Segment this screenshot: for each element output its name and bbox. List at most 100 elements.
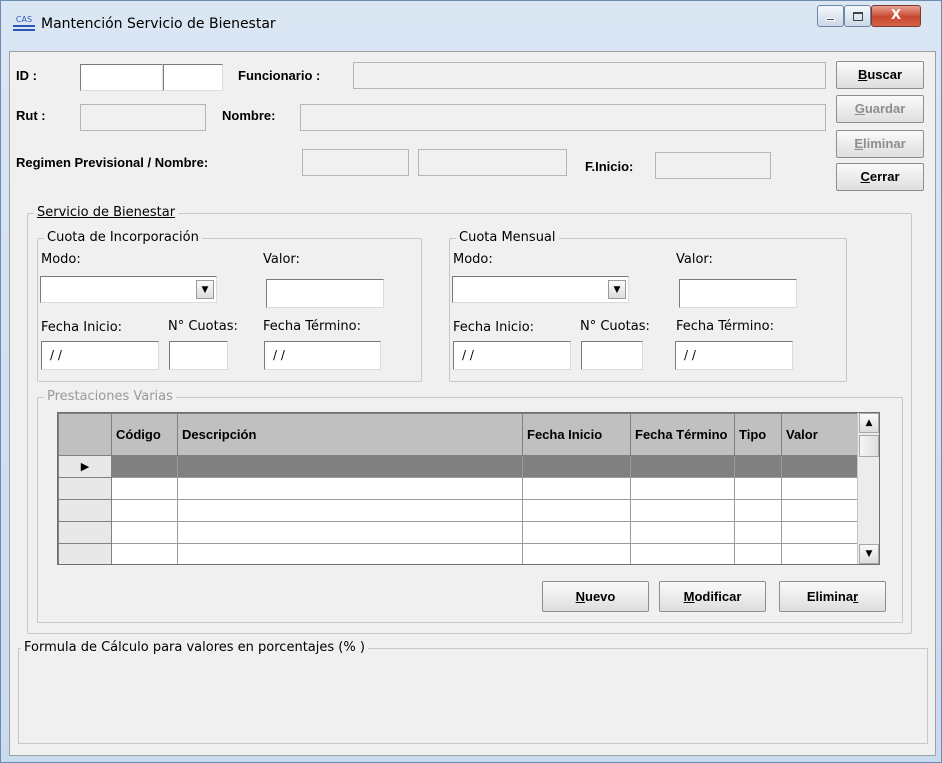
- table-cell[interactable]: [781, 499, 859, 522]
- table-cell[interactable]: [177, 477, 523, 500]
- column-header-valor[interactable]: Valor: [781, 413, 859, 456]
- scroll-down-icon[interactable]: ▼: [859, 544, 879, 564]
- table-cell[interactable]: [111, 477, 178, 500]
- table-cell[interactable]: [177, 455, 523, 478]
- table-cell[interactable]: [177, 499, 523, 522]
- table-cell[interactable]: [630, 543, 735, 564]
- table-row[interactable]: [58, 477, 859, 500]
- rut-label: Rut :: [16, 108, 46, 123]
- table-cell[interactable]: [177, 521, 523, 544]
- column-header-descripcion[interactable]: Descripción: [177, 413, 523, 456]
- grid-vertical-scrollbar[interactable]: ▲ ▼: [857, 413, 879, 564]
- table-cell[interactable]: [522, 477, 631, 500]
- id-input[interactable]: [80, 64, 163, 91]
- funcionario-label: Funcionario :: [238, 68, 321, 83]
- mensual-fecha-inicio-label: Fecha Inicio:: [453, 320, 535, 335]
- buscar-button[interactable]: Buscar: [836, 61, 924, 89]
- regimen-label: Regimen Previsional / Nombre:: [16, 155, 209, 170]
- table-cell[interactable]: [781, 477, 859, 500]
- cuota-incorporacion-group: Cuota de Incorporación Modo: Valor: ▼ Fe…: [37, 230, 422, 382]
- incorporacion-valor-label: Valor:: [263, 252, 300, 267]
- table-cell[interactable]: [630, 521, 735, 544]
- finicio-label: F.Inicio:: [585, 159, 634, 174]
- table-cell[interactable]: [781, 521, 859, 544]
- id-label: ID :: [16, 68, 37, 83]
- chevron-down-icon[interactable]: ▼: [196, 280, 214, 299]
- mensual-valor-label: Valor:: [676, 252, 713, 267]
- table-cell[interactable]: [630, 455, 735, 478]
- table-cell[interactable]: [522, 499, 631, 522]
- incorporacion-valor-input[interactable]: [266, 279, 384, 308]
- table-cell[interactable]: [522, 543, 631, 564]
- mensual-cuotas-input[interactable]: [581, 341, 643, 370]
- table-cell[interactable]: [734, 521, 782, 544]
- scroll-thumb[interactable]: [859, 435, 879, 457]
- current-row-indicator-icon[interactable]: ▶: [58, 455, 112, 478]
- maximize-button[interactable]: [844, 5, 871, 27]
- table-cell[interactable]: [734, 477, 782, 500]
- table-cell[interactable]: [781, 543, 859, 564]
- app-icon: CAS: [13, 15, 35, 33]
- row-header[interactable]: [58, 477, 112, 500]
- app-icon-text: CAS: [15, 15, 33, 24]
- table-cell[interactable]: [734, 543, 782, 564]
- eliminar-prestacion-button[interactable]: Eliminar: [779, 581, 886, 612]
- mensual-fecha-inicio-input[interactable]: / /: [453, 341, 571, 370]
- modificar-button[interactable]: Modificar: [659, 581, 766, 612]
- rut-field: [80, 104, 206, 131]
- table-cell[interactable]: [734, 455, 782, 478]
- mensual-valor-input[interactable]: [679, 279, 797, 308]
- incorporacion-cuotas-input[interactable]: [169, 341, 228, 370]
- table-cell[interactable]: [111, 455, 178, 478]
- table-cell[interactable]: [177, 543, 523, 564]
- table-cell[interactable]: [630, 477, 735, 500]
- close-button[interactable]: X: [871, 5, 921, 27]
- table-row[interactable]: [58, 543, 859, 564]
- table-cell[interactable]: [781, 455, 859, 478]
- minimize-button[interactable]: [817, 5, 844, 27]
- table-cell[interactable]: [111, 499, 178, 522]
- title-bar[interactable]: CAS Mantención Servicio de Bienestar X: [1, 1, 941, 43]
- incorporacion-fecha-inicio-label: Fecha Inicio:: [41, 320, 123, 335]
- column-header-codigo[interactable]: Código: [111, 413, 178, 456]
- table-cell[interactable]: [630, 499, 735, 522]
- incorporacion-modo-select[interactable]: ▼: [40, 276, 217, 303]
- scroll-up-icon[interactable]: ▲: [859, 413, 879, 433]
- table-cell[interactable]: [522, 455, 631, 478]
- incorporacion-fecha-termino-input[interactable]: / /: [264, 341, 381, 370]
- nuevo-button[interactable]: Nuevo: [542, 581, 649, 612]
- funcionario-field: [353, 62, 826, 89]
- id-check-input[interactable]: [163, 64, 223, 91]
- cerrar-button[interactable]: Cerrar: [836, 163, 924, 191]
- maximize-icon: [853, 12, 863, 21]
- row-header-corner: [58, 413, 112, 456]
- column-header-fecha-termino[interactable]: Fecha Término: [630, 413, 735, 456]
- incorporacion-fecha-inicio-input[interactable]: / /: [41, 341, 159, 370]
- table-cell[interactable]: [522, 521, 631, 544]
- table-cell[interactable]: [734, 499, 782, 522]
- chevron-down-icon[interactable]: ▼: [608, 280, 626, 299]
- cuota-mensual-title: Cuota Mensual: [456, 230, 559, 245]
- table-row[interactable]: ▶: [58, 455, 859, 478]
- prestaciones-grid[interactable]: Código Descripción Fecha Inicio Fecha Té…: [57, 412, 880, 565]
- table-cell[interactable]: [111, 521, 178, 544]
- incorporacion-modo-label: Modo:: [41, 252, 81, 267]
- table-row[interactable]: [58, 499, 859, 522]
- column-header-tipo[interactable]: Tipo: [734, 413, 782, 456]
- guardar-button[interactable]: Guardar: [836, 95, 924, 123]
- close-icon: X: [890, 8, 902, 23]
- nombre-field: [300, 104, 826, 131]
- column-header-fecha-inicio[interactable]: Fecha Inicio: [522, 413, 631, 456]
- regimen-code-field: [302, 149, 409, 176]
- mensual-modo-select[interactable]: ▼: [452, 276, 629, 303]
- mensual-fecha-termino-input[interactable]: / /: [675, 341, 793, 370]
- row-header[interactable]: [58, 543, 112, 564]
- row-header[interactable]: [58, 521, 112, 544]
- table-cell[interactable]: [111, 543, 178, 564]
- main-window: CAS Mantención Servicio de Bienestar X I…: [0, 0, 942, 763]
- eliminar-button[interactable]: Eliminar: [836, 130, 924, 158]
- row-header[interactable]: [58, 499, 112, 522]
- table-row[interactable]: [58, 521, 859, 544]
- prestaciones-varias-title: Prestaciones Varias: [44, 389, 176, 404]
- servicio-bienestar-title: Servicio de Bienestar: [34, 205, 179, 220]
